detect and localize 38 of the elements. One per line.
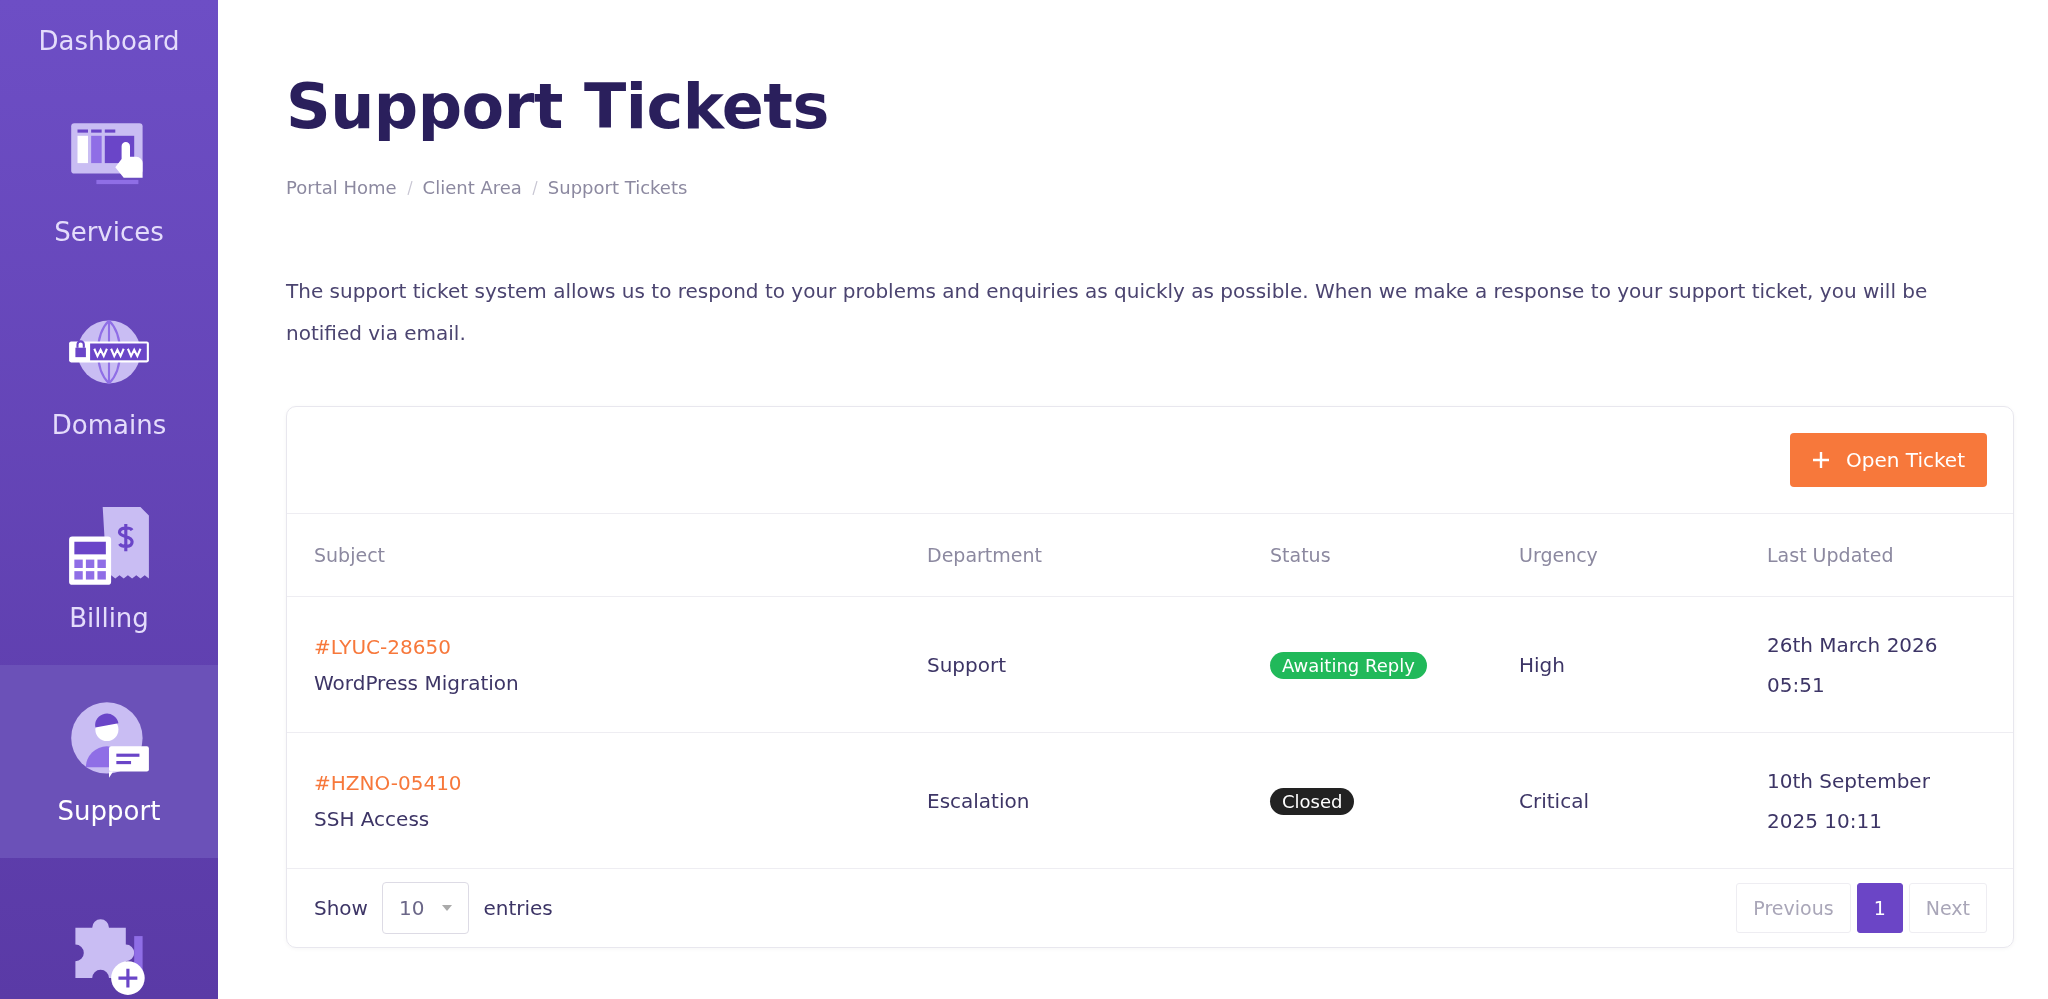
open-ticket-button[interactable]: Open Ticket — [1790, 433, 1987, 487]
show-label: Show — [314, 896, 368, 920]
page-title: Support Tickets — [286, 70, 830, 143]
caret-icon — [442, 905, 453, 911]
ticket-subject: SSH Access — [314, 806, 431, 831]
column-header[interactable]: Status — [1270, 544, 1519, 566]
column-header[interactable]: Last Updated — [1767, 544, 2013, 566]
sidebar-item[interactable]: Services — [0, 86, 218, 279]
table-cell: Escalation — [927, 788, 1030, 813]
breadcrumb-link[interactable]: Support Tickets — [547, 177, 688, 198]
status-badge: Closed — [1270, 787, 1355, 815]
status-badge: Awaiting Reply — [1270, 651, 1427, 679]
table-row[interactable]: #HZNO-05410 SSH Access Escalation Closed Critical 10th September 2025 10:11 — [287, 733, 2013, 869]
sidebar-item[interactable]: Domains — [0, 279, 218, 472]
sidebar-item[interactable]: Support — [0, 665, 218, 858]
plus-icon — [1812, 451, 1831, 469]
ticket-subject: WordPress Migration — [314, 670, 520, 695]
column-header[interactable]: Urgency — [1519, 544, 1767, 566]
table-cell: High — [1519, 652, 1565, 677]
ticket-link[interactable]: #HZNO-05410 — [314, 770, 927, 795]
breadcrumb-link[interactable]: Client Area — [422, 177, 522, 198]
pagination-button[interactable]: 1 — [1856, 883, 1903, 933]
table-cell: Support — [927, 652, 1007, 677]
ticket-link[interactable]: #LYUC-28650 — [314, 634, 927, 659]
table-cell: Critical — [1519, 788, 1589, 813]
table-cell-text: 26th March 2026 05:51 — [1767, 631, 1939, 699]
table-cell-text: 10th September 2025 10:11 — [1767, 767, 1931, 835]
sidebar-item[interactable]: Billing — [0, 472, 218, 665]
sidebar-item[interactable]: Dashboard — [0, 0, 218, 86]
intro-paragraph: The support ticket system allows us to respond to your problems and enquiries as quickly as possible. When we make a response to your support ticket, you will be notified via email. — [286, 278, 1929, 347]
breadcrumb-separator — [531, 180, 538, 195]
breadcrumb-link[interactable]: Portal Home — [286, 177, 397, 198]
entries-label: entries — [483, 896, 553, 920]
page-size-select[interactable]: 10 — [381, 882, 470, 934]
breadcrumb-separator — [406, 180, 413, 195]
column-header[interactable]: Department — [927, 544, 1270, 566]
table-row[interactable]: #LYUC-28650 WordPress Migration Support Awaiting Reply High 26th March 2026 05:51 — [287, 597, 2013, 733]
column-header[interactable]: Subject — [314, 544, 927, 566]
